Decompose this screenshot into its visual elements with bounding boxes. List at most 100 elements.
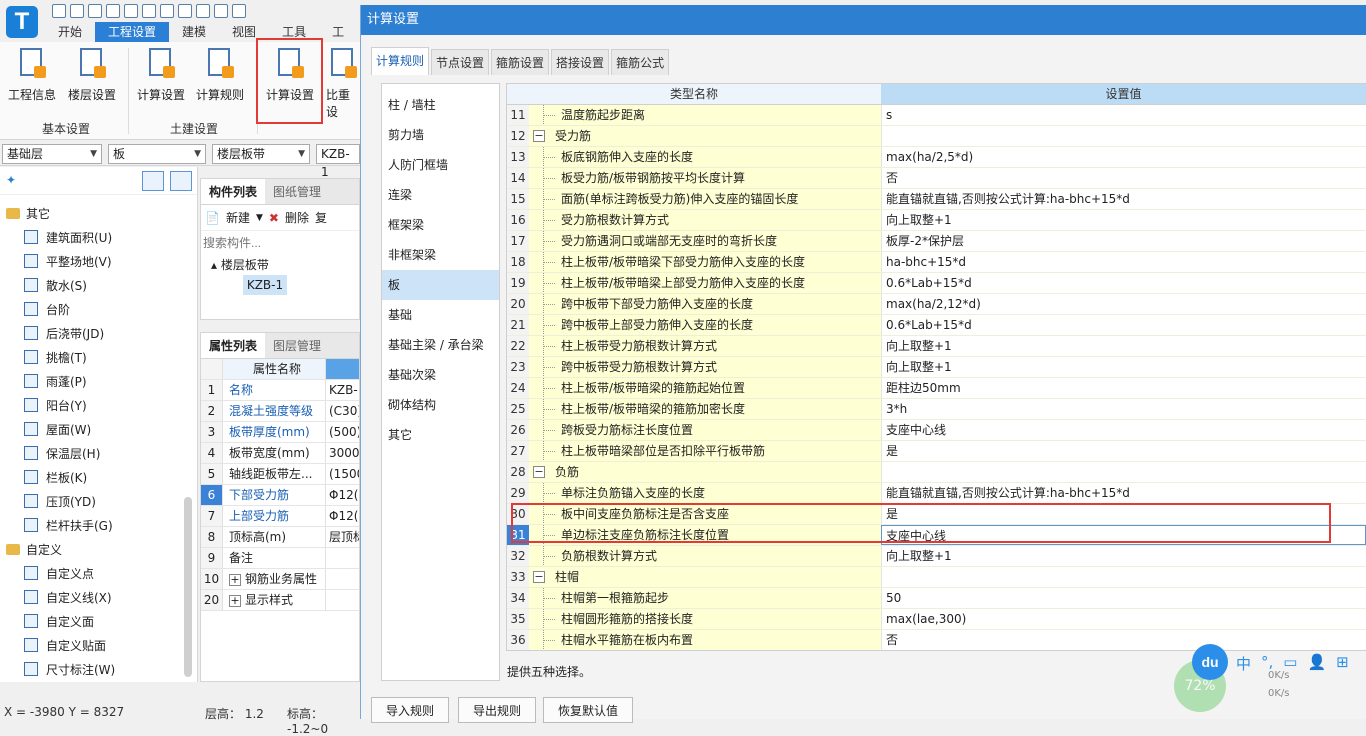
- rule-row[interactable]: 20 跨中板带下部受力筋伸入支座的长度 max(ha/2,12*d): [507, 294, 1366, 315]
- panel-view-icon[interactable]: [170, 171, 192, 191]
- property-value[interactable]: KZB-: [326, 380, 359, 400]
- rule-row[interactable]: 25 柱上板带/板带暗梁的箍筋加密长度 3*h: [507, 399, 1366, 420]
- rule-value[interactable]: s: [881, 105, 1366, 125]
- rule-value[interactable]: max(ha/2,12*d): [881, 294, 1366, 314]
- tree-item[interactable]: 散水(S): [24, 273, 87, 297]
- property-value[interactable]: 层顶标: [326, 527, 359, 547]
- rule-value[interactable]: 3*h: [881, 399, 1366, 419]
- table-icon[interactable]: [160, 4, 174, 18]
- property-value[interactable]: [326, 569, 359, 589]
- property-value[interactable]: 3000: [326, 443, 359, 463]
- property-row[interactable]: 10 + 钢筋业务属性: [201, 569, 359, 590]
- rule-row[interactable]: 32 负筋根数计算方式 向上取整+1: [507, 546, 1366, 567]
- category-item[interactable]: 框架梁: [382, 210, 499, 240]
- rule-row[interactable]: 15 面筋(单标注跨板受力筋)伸入支座的锚固长度 能直锚就直锚,否则按公式计算:ha…: [507, 189, 1366, 210]
- tree-item[interactable]: 栏杆扶手(G): [24, 513, 113, 537]
- edit-icon[interactable]: [196, 4, 210, 18]
- tree-item[interactable]: 台阶: [24, 297, 70, 321]
- tab-component-list[interactable]: 构件列表: [201, 179, 266, 204]
- rule-value[interactable]: 向上取整+1: [881, 357, 1366, 377]
- category-item[interactable]: 人防门框墙: [382, 150, 499, 180]
- tree-item-floor-strip[interactable]: ▴ 楼层板带: [201, 255, 359, 275]
- rule-row[interactable]: 24 柱上板带/板带暗梁的箍筋起始位置 距柱边50mm: [507, 378, 1366, 399]
- menu-tab-5[interactable]: 工: [319, 22, 357, 42]
- property-row[interactable]: 20 + 显示样式: [201, 590, 359, 611]
- category-item[interactable]: 柱 / 墙柱: [382, 90, 499, 120]
- collapse-icon[interactable]: −: [533, 571, 545, 583]
- open-icon[interactable]: [88, 4, 102, 18]
- dialog-tab-4[interactable]: 箍筋公式: [611, 49, 670, 75]
- ribbon-button-0[interactable]: 工程信息: [8, 46, 56, 103]
- rule-row[interactable]: 35 柱帽圆形箍筋的搭接长度 max(lae,300): [507, 609, 1366, 630]
- category-item[interactable]: 剪力墙: [382, 120, 499, 150]
- import-rules-button[interactable]: 导入规则: [371, 697, 450, 723]
- rule-value[interactable]: 能直锚就直锚,否则按公式计算:ha-bhc+15*d: [881, 483, 1366, 503]
- rule-value[interactable]: ha-bhc+15*d: [881, 252, 1366, 272]
- undo-icon[interactable]: [106, 4, 120, 18]
- tree-item[interactable]: 自定义面: [24, 609, 94, 633]
- tree-item[interactable]: 保温层(H): [24, 441, 100, 465]
- tab-layer-management[interactable]: 图层管理: [265, 333, 329, 358]
- new-component-button[interactable]: 新建: [226, 209, 250, 226]
- property-row[interactable]: 5 轴线距板带左... (1500: [201, 464, 359, 485]
- category-item[interactable]: 非框架梁: [382, 240, 499, 270]
- rule-value[interactable]: 向上取整+1: [881, 546, 1366, 566]
- property-row[interactable]: 9 备注: [201, 548, 359, 569]
- tree-group-0[interactable]: 其它: [6, 201, 50, 225]
- export-icon[interactable]: [232, 4, 246, 18]
- list-view-icon[interactable]: [142, 171, 164, 191]
- collapse-icon[interactable]: −: [533, 130, 545, 142]
- rule-value[interactable]: [881, 126, 1366, 146]
- export-rules-button[interactable]: 导出规则: [458, 697, 537, 723]
- tree-item[interactable]: 雨蓬(P): [24, 369, 87, 393]
- menu-tab-1[interactable]: 工程设置: [95, 22, 170, 42]
- rule-value[interactable]: [881, 462, 1366, 482]
- rule-row[interactable]: 11 温度筋起步距离 s: [507, 105, 1366, 126]
- rule-row[interactable]: 36 柱帽水平箍筋在板内布置 否: [507, 630, 1366, 650]
- ime-tray-item-4[interactable]: ⊞: [1336, 653, 1349, 674]
- tree-item[interactable]: 挑檐(T): [24, 345, 87, 369]
- property-value[interactable]: Φ12(: [326, 485, 359, 505]
- dialog-tab-3[interactable]: 搭接设置: [551, 49, 610, 75]
- grid-icon[interactable]: [214, 4, 228, 18]
- rule-value[interactable]: 向上取整+1: [881, 210, 1366, 230]
- property-row[interactable]: 4 板带宽度(mm) 3000: [201, 443, 359, 464]
- component-search-input[interactable]: [203, 233, 359, 253]
- rule-row[interactable]: 34 柱帽第一根箍筋起步 50: [507, 588, 1366, 609]
- property-row[interactable]: 3 板带厚度(mm) (500): [201, 422, 359, 443]
- rule-row[interactable]: 26 跨板受力筋标注长度位置 支座中心线: [507, 420, 1366, 441]
- rule-value[interactable]: max(ha/2,5*d): [881, 147, 1366, 167]
- rule-value[interactable]: 板厚-2*保护层: [881, 231, 1366, 251]
- rule-row[interactable]: 29 单标注负筋锚入支座的长度 能直锚就直锚,否则按公式计算:ha-bhc+15*d: [507, 483, 1366, 504]
- ime-tray-item-3[interactable]: 👤: [1307, 653, 1326, 674]
- category-item[interactable]: 连梁: [382, 180, 499, 210]
- delete-component-button[interactable]: 删除: [285, 209, 309, 226]
- rule-row[interactable]: 14 板受力筋/板带钢筋按平均长度计算 否: [507, 168, 1366, 189]
- rule-value[interactable]: [881, 567, 1366, 587]
- expand-icon[interactable]: +: [229, 574, 241, 586]
- tree-item[interactable]: 尺寸标注(W): [24, 657, 115, 681]
- selector-combo-1[interactable]: 板 ▼: [108, 144, 206, 164]
- rule-value[interactable]: 否: [881, 168, 1366, 188]
- property-value[interactable]: [326, 590, 359, 610]
- property-value[interactable]: (1500: [326, 464, 359, 484]
- ribbon-button-2[interactable]: 计算设置: [137, 46, 185, 103]
- property-value[interactable]: Φ12(: [326, 506, 359, 526]
- chevron-down-icon[interactable]: ▼: [256, 213, 263, 223]
- property-row[interactable]: 6 下部受力筋 Φ12(: [201, 485, 359, 506]
- rule-row[interactable]: 28− 负筋: [507, 462, 1366, 483]
- rule-value[interactable]: 50: [881, 588, 1366, 608]
- tree-scrollbar[interactable]: [184, 497, 192, 677]
- rule-value[interactable]: 0.6*Lab+15*d: [881, 273, 1366, 293]
- ribbon-button-5[interactable]: 比重设: [326, 46, 360, 120]
- rule-row[interactable]: 19 柱上板带/板带暗梁上部受力筋伸入支座的长度 0.6*Lab+15*d: [507, 273, 1366, 294]
- rule-value[interactable]: 支座中心线: [881, 420, 1366, 440]
- tree-item[interactable]: 平整场地(V): [24, 249, 112, 273]
- menu-tab-0[interactable]: 开始: [45, 22, 95, 42]
- property-value[interactable]: (500): [326, 422, 359, 442]
- save-icon[interactable]: [52, 4, 66, 18]
- rule-value[interactable]: 否: [881, 630, 1366, 650]
- ime-tray-item-1[interactable]: °,: [1261, 653, 1273, 674]
- tree-item[interactable]: 栏板(K): [24, 465, 87, 489]
- tree-item[interactable]: 建筑面积(U): [24, 225, 112, 249]
